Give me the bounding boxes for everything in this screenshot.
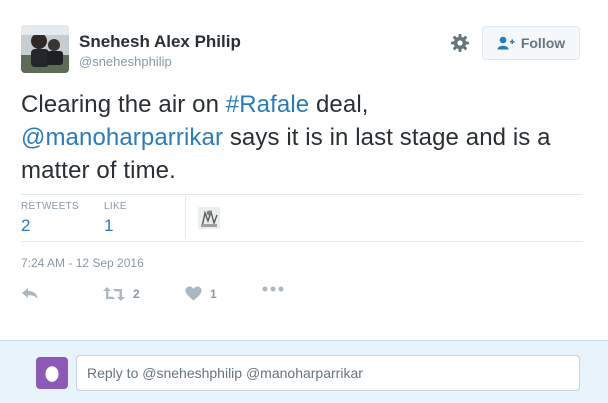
more-action[interactable] (262, 286, 284, 292)
follow-label: Follow (520, 35, 566, 51)
author-name[interactable]: Snehesh Alex Philip (79, 32, 241, 52)
mention-link[interactable]: @manoharparrikar (21, 124, 223, 151)
egg-icon (45, 366, 59, 382)
reply-input[interactable]: Reply to @sneheshphilip @manoharparrikar (76, 355, 580, 391)
more-icon (262, 286, 284, 292)
retweets-label: RETWEETS (21, 201, 79, 212)
likes-stat[interactable]: LIKE 1 (104, 201, 127, 236)
divider (21, 194, 583, 195)
reply-action[interactable] (21, 286, 39, 302)
retweets-stat[interactable]: RETWEETS 2 (21, 201, 79, 236)
author-handle[interactable]: @sneheshphilip (79, 54, 172, 69)
add-user-icon (497, 36, 515, 50)
gear-icon[interactable] (450, 33, 470, 53)
reply-icon (22, 288, 38, 299)
liker-avatar[interactable] (198, 207, 220, 229)
retweet-count: 2 (133, 287, 140, 301)
hashtag-link[interactable]: #Rafale (226, 91, 309, 118)
reply-bar: Reply to @sneheshphilip @manoharparrikar (0, 340, 608, 403)
author-avatar[interactable] (21, 25, 69, 73)
retweet-icon (103, 287, 125, 301)
divider (21, 241, 583, 242)
stats-divider (185, 196, 186, 239)
tweet-text-part: deal, (309, 91, 369, 118)
tweet-text: Clearing the air on #Rafale deal, @manoha… (21, 88, 591, 187)
tweet-text-part: Clearing the air on (21, 91, 226, 118)
heart-icon (185, 286, 202, 301)
egg-avatar (36, 357, 68, 389)
like-action[interactable]: 1 (185, 286, 217, 301)
follow-button[interactable]: Follow (482, 26, 580, 60)
likes-label: LIKE (104, 201, 127, 212)
like-count: 1 (210, 286, 217, 301)
tweet-timestamp[interactable]: 7:24 AM - 12 Sep 2016 (21, 256, 144, 270)
tweet-card: Snehesh Alex Philip @sneheshphilip Follo… (0, 0, 608, 340)
retweet-action[interactable]: 2 (103, 286, 140, 302)
profile-photo (21, 25, 69, 73)
retweets-count: 2 (21, 216, 31, 235)
likes-count: 1 (104, 216, 114, 235)
